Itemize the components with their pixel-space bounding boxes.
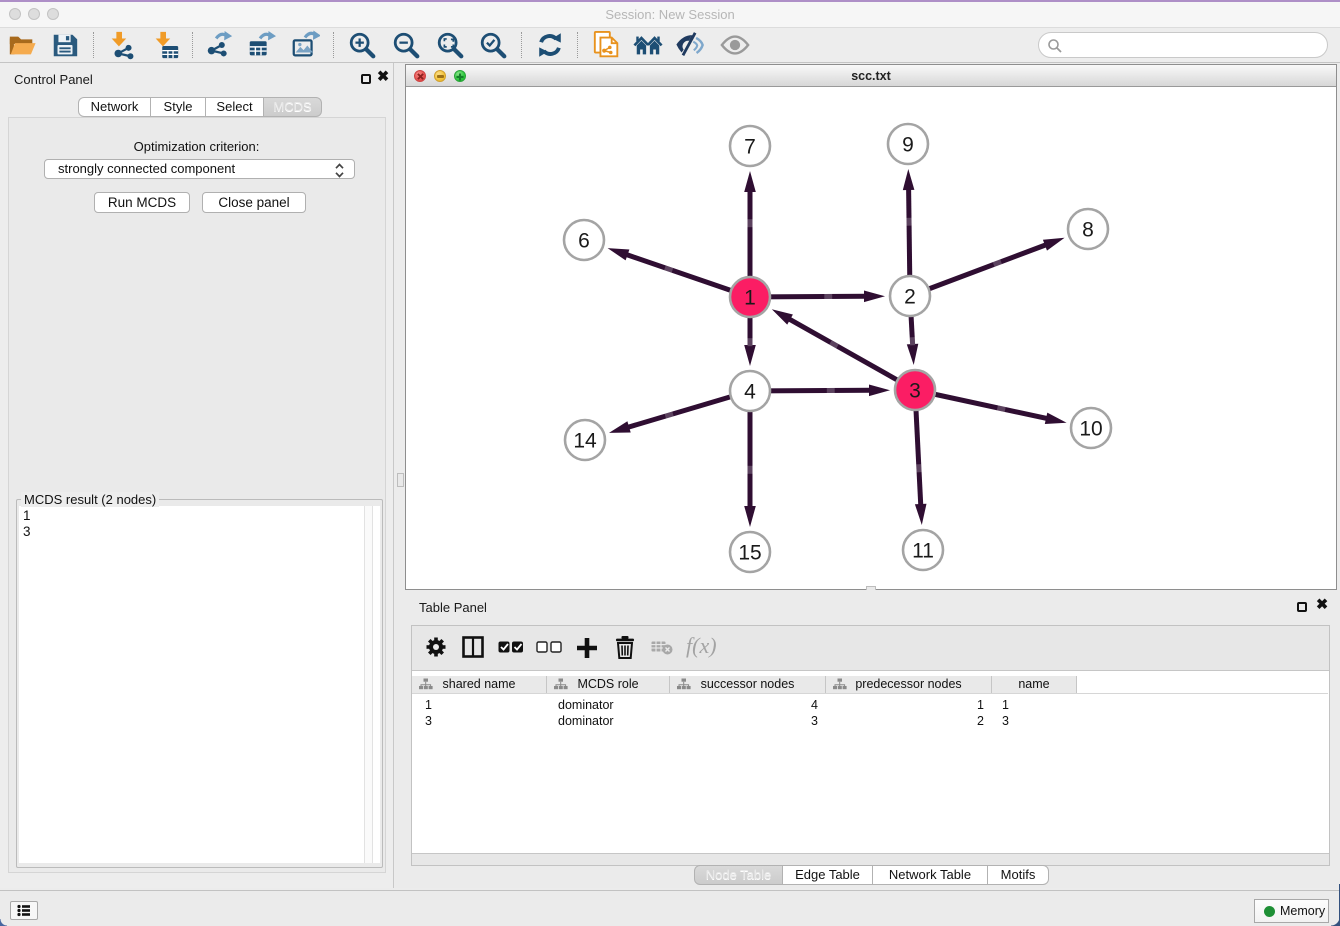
svg-text:8: 8 bbox=[1082, 219, 1094, 242]
svg-text:10: 10 bbox=[1079, 418, 1102, 441]
svg-text:2: 2 bbox=[904, 286, 916, 309]
svg-text:4: 4 bbox=[744, 381, 756, 404]
svg-text:11: 11 bbox=[912, 540, 934, 563]
svg-text:7: 7 bbox=[744, 136, 756, 159]
svg-text:6: 6 bbox=[578, 230, 590, 253]
svg-text:14: 14 bbox=[573, 430, 597, 453]
svg-text:3: 3 bbox=[909, 380, 921, 403]
svg-text:1: 1 bbox=[744, 287, 756, 310]
svg-text:9: 9 bbox=[902, 134, 914, 157]
svg-text:15: 15 bbox=[738, 542, 761, 565]
